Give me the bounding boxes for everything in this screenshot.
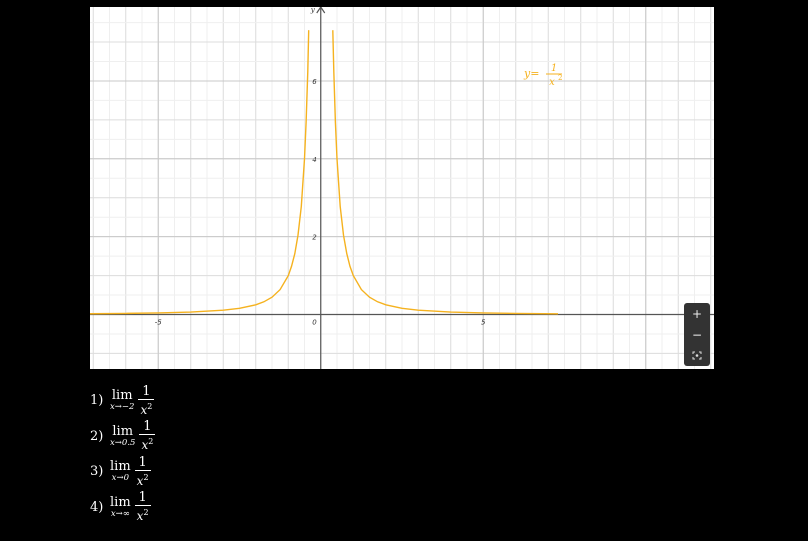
equation-denominator: x bbox=[549, 77, 555, 88]
limit-item: 1) lim x→−2 1 x2 bbox=[90, 383, 155, 419]
exponent: 2 bbox=[147, 401, 153, 411]
equation-numerator: 1 bbox=[551, 63, 557, 74]
chart-svg: -5 52460yy= 1x 2 bbox=[90, 7, 714, 369]
y-tick-label: 2 bbox=[312, 234, 317, 242]
limit-item: 2) lim x→0.5 1 x2 bbox=[90, 419, 156, 455]
fraction: 1 x2 bbox=[134, 454, 151, 488]
exponent: 2 bbox=[143, 472, 149, 482]
lim-word: lim bbox=[110, 459, 131, 475]
equation-exponent: 2 bbox=[558, 74, 562, 82]
lim-subscript: x→0.5 bbox=[110, 437, 136, 448]
fraction: 1 x2 bbox=[134, 490, 151, 523]
lim-word: lim bbox=[111, 388, 133, 404]
equation-left: y= bbox=[523, 67, 539, 80]
series-line bbox=[90, 30, 310, 315]
limit-list: 1) lim x→−2 1 x2 2) lim x→0.5 1 x2 3) lim x→0… bbox=[90, 383, 156, 526]
fit-to-screen-icon[interactable] bbox=[686, 347, 708, 365]
y-tick-label: 6 bbox=[312, 78, 317, 86]
zoom-controls: + − bbox=[684, 303, 710, 366]
graph-area[interactable]: -5 5 2 4 6 0 y y= 1 x 2 bbox=[90, 7, 714, 369]
numerator: 1 bbox=[138, 490, 147, 506]
limit-index: 1) bbox=[90, 393, 104, 409]
limit-index: 2) bbox=[90, 428, 104, 444]
y-tick-label: 4 bbox=[312, 156, 316, 164]
limit-index: 4) bbox=[90, 499, 104, 515]
lim-subscript: x→0 bbox=[111, 473, 129, 484]
lim-word: lim bbox=[112, 423, 134, 439]
lim-subscript: x→−2 bbox=[110, 402, 135, 413]
fraction: 1 x2 bbox=[139, 419, 156, 452]
y-axis-label: y bbox=[310, 7, 316, 14]
exponent: 2 bbox=[143, 508, 149, 518]
numerator: 1 bbox=[142, 383, 151, 399]
fraction: 1 x2 bbox=[138, 383, 155, 417]
lim-word: lim bbox=[110, 494, 131, 510]
exponent: 2 bbox=[148, 437, 154, 447]
limit-item: 4) lim x→∞ 1 x2 bbox=[90, 490, 155, 526]
x-tick-label: 5 bbox=[481, 319, 486, 327]
origin-label: 0 bbox=[312, 319, 317, 327]
lim-subscript: x→∞ bbox=[110, 508, 130, 519]
numerator: 1 bbox=[143, 419, 152, 435]
numerator: 1 bbox=[138, 454, 147, 470]
limit-item: 3) lim x→0 1 x2 bbox=[90, 454, 155, 490]
x-tick-label: -5 bbox=[155, 319, 163, 327]
zoom-out-button[interactable]: − bbox=[686, 326, 708, 344]
zoom-in-button[interactable]: + bbox=[686, 305, 708, 323]
limit-index: 3) bbox=[90, 464, 104, 480]
